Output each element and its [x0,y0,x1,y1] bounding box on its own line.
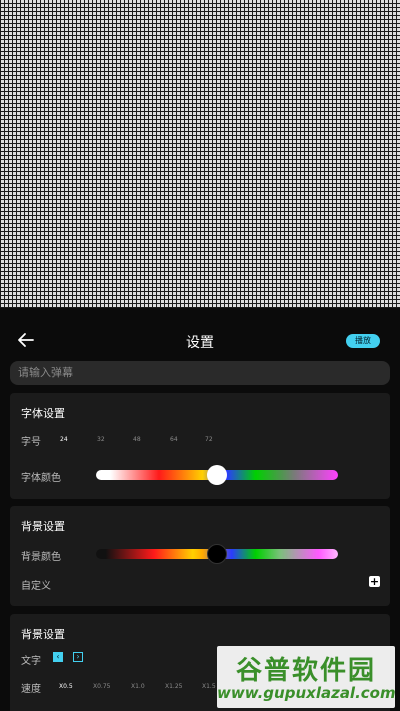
scroll-settings-title: 背景设置 [21,628,65,641]
text-direction-label: 文字 [21,656,41,667]
font-settings-card: 字体设置 字号 24 32 48 64 72 字体颜色 [10,393,390,499]
speed-option[interactable]: X1.0 [131,683,145,690]
chevron-right-icon: › [76,652,80,661]
plus-icon: + [369,575,380,588]
font-size-option[interactable]: 48 [133,436,141,443]
speed-label: 速度 [21,684,41,695]
chevron-left-icon: ‹ [56,652,60,661]
background-color-slider-thumb[interactable] [207,544,227,564]
custom-label: 自定义 [21,581,51,592]
add-custom-button[interactable]: + [369,576,380,587]
font-size-option[interactable]: 24 [60,436,68,443]
danmaku-input[interactable]: 请输入弹幕 [10,361,390,385]
page-title: 设置 [186,335,214,351]
font-size-option[interactable]: 64 [170,436,178,443]
speed-option[interactable]: X0.75 [93,683,110,690]
settings-header: 设置 播放 [0,322,400,358]
background-settings-title: 背景设置 [21,520,65,533]
font-size-option[interactable]: 72 [205,436,213,443]
watermark-url: www.gupuxlazal.com [217,684,396,702]
font-color-slider-thumb[interactable] [207,465,227,485]
font-color-label: 字体颜色 [21,473,61,484]
scroll-left-button[interactable]: ‹ [53,652,63,662]
speed-option[interactable]: X0.5 [59,683,73,690]
font-size-option[interactable]: 32 [97,436,105,443]
font-size-label: 字号 [21,437,41,448]
watermark-logo: 谷普软件园 www.gupuxlazal.com [217,646,396,708]
watermark-title: 谷普软件园 [235,656,376,686]
background-settings-card: 背景设置 背景颜色 自定义 + [10,506,390,606]
scroll-right-button[interactable]: › [73,652,83,662]
speed-option[interactable]: X1.5 [202,683,216,690]
danmaku-preview-area [0,0,400,308]
font-settings-title: 字体设置 [21,407,65,420]
play-button[interactable]: 播放 [346,334,380,348]
background-color-label: 背景颜色 [21,552,61,563]
speed-option[interactable]: X1.25 [165,683,182,690]
